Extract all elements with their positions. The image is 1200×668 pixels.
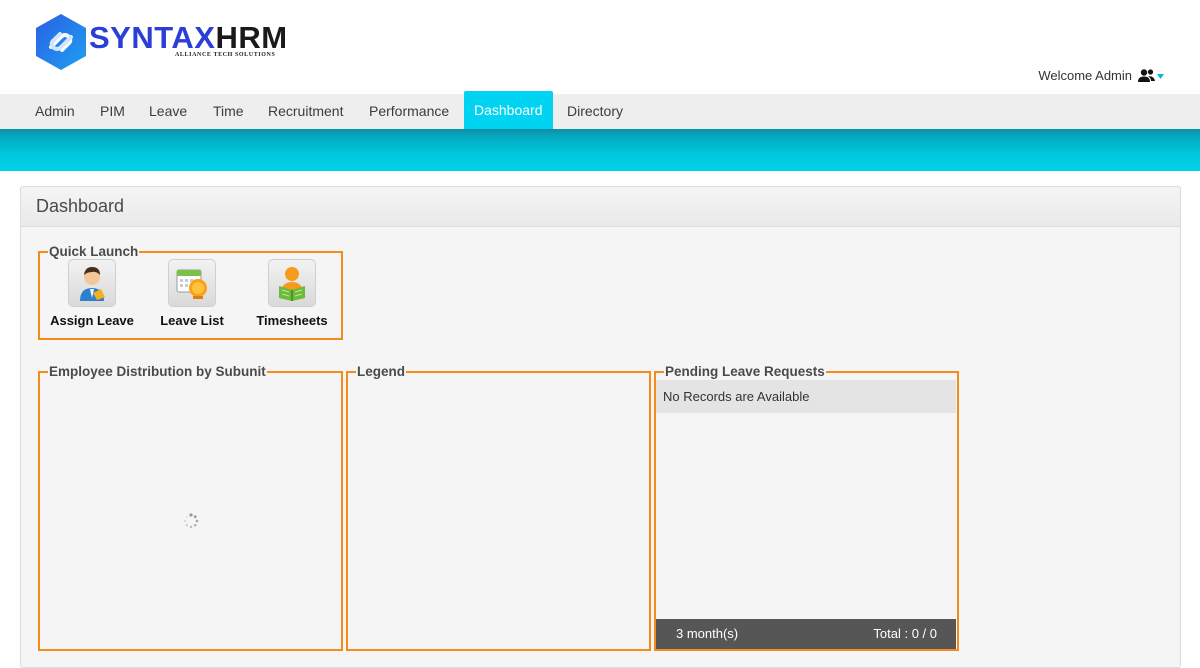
- total-count: Total : 0 / 0: [873, 626, 937, 641]
- nav-item-pim[interactable]: PIM: [100, 94, 125, 129]
- nav-item-leave[interactable]: Leave: [149, 94, 187, 129]
- pending-leave-box: Pending Leave Requests No Records are Av…: [654, 364, 959, 651]
- quick-launch-title: Quick Launch: [48, 244, 140, 260]
- loading-spinner-icon: [184, 513, 199, 529]
- legend-title: Legend: [356, 364, 407, 380]
- quick-launch-leave-list[interactable]: Leave List: [147, 259, 237, 328]
- quick-launch-assign-leave[interactable]: Assign Leave: [47, 259, 137, 328]
- assign-leave-icon[interactable]: [68, 259, 116, 307]
- brand-logo[interactable]: SYNTAXHRM ALLIANCE TECH SOLUTIONS: [35, 13, 288, 71]
- employee-distribution-title: Employee Distribution by Subunit: [48, 364, 267, 380]
- quick-launch-box: Quick Launch Assign Leave Leave List Tim…: [38, 244, 343, 340]
- brand-tagline: ALLIANCE TECH SOLUTIONS: [175, 52, 276, 58]
- nav-item-performance[interactable]: Performance: [369, 94, 449, 129]
- header-band: [0, 129, 1200, 171]
- main-nav: Admin PIM Leave Time Recruitment Perform…: [0, 91, 1200, 130]
- brand-wordmark: SYNTAXHRM ALLIANCE TECH SOLUTIONS: [89, 21, 288, 61]
- users-icon[interactable]: [1138, 68, 1164, 83]
- leave-list-label: Leave List: [160, 313, 224, 328]
- timesheets-label: Timesheets: [256, 313, 328, 328]
- nav-item-directory[interactable]: Directory: [567, 94, 623, 129]
- dashboard-panel: Dashboard Quick Launch Assign Leave Leav…: [20, 186, 1181, 668]
- welcome-text: Welcome Admin: [1038, 68, 1132, 83]
- period-label: 3 month(s): [676, 626, 739, 641]
- leave-list-icon[interactable]: [168, 259, 216, 307]
- pending-leave-footer: 3 month(s) Total : 0 / 0: [656, 619, 956, 649]
- nav-item-time[interactable]: Time: [213, 94, 244, 129]
- legend-box: Legend: [346, 364, 651, 651]
- quick-launch-timesheets[interactable]: Timesheets: [247, 259, 337, 328]
- logo-hexagon-icon: [36, 14, 86, 70]
- caret-down-icon[interactable]: [1157, 73, 1164, 80]
- employee-distribution-box: Employee Distribution by Subunit: [38, 364, 343, 651]
- pending-leave-title: Pending Leave Requests: [664, 364, 826, 380]
- nav-item-dashboard[interactable]: Dashboard: [464, 91, 553, 130]
- user-menu[interactable]: Welcome Admin: [1038, 68, 1164, 83]
- nav-item-admin[interactable]: Admin: [35, 94, 75, 129]
- timesheets-icon[interactable]: [268, 259, 316, 307]
- brand-name-part1: SYNTAX: [89, 20, 216, 55]
- brand-name-part2: HRM: [215, 20, 288, 55]
- page-title: Dashboard: [21, 187, 1180, 227]
- nav-item-recruitment[interactable]: Recruitment: [268, 94, 343, 129]
- no-records-message: No Records are Available: [656, 380, 956, 413]
- assign-leave-label: Assign Leave: [50, 313, 134, 328]
